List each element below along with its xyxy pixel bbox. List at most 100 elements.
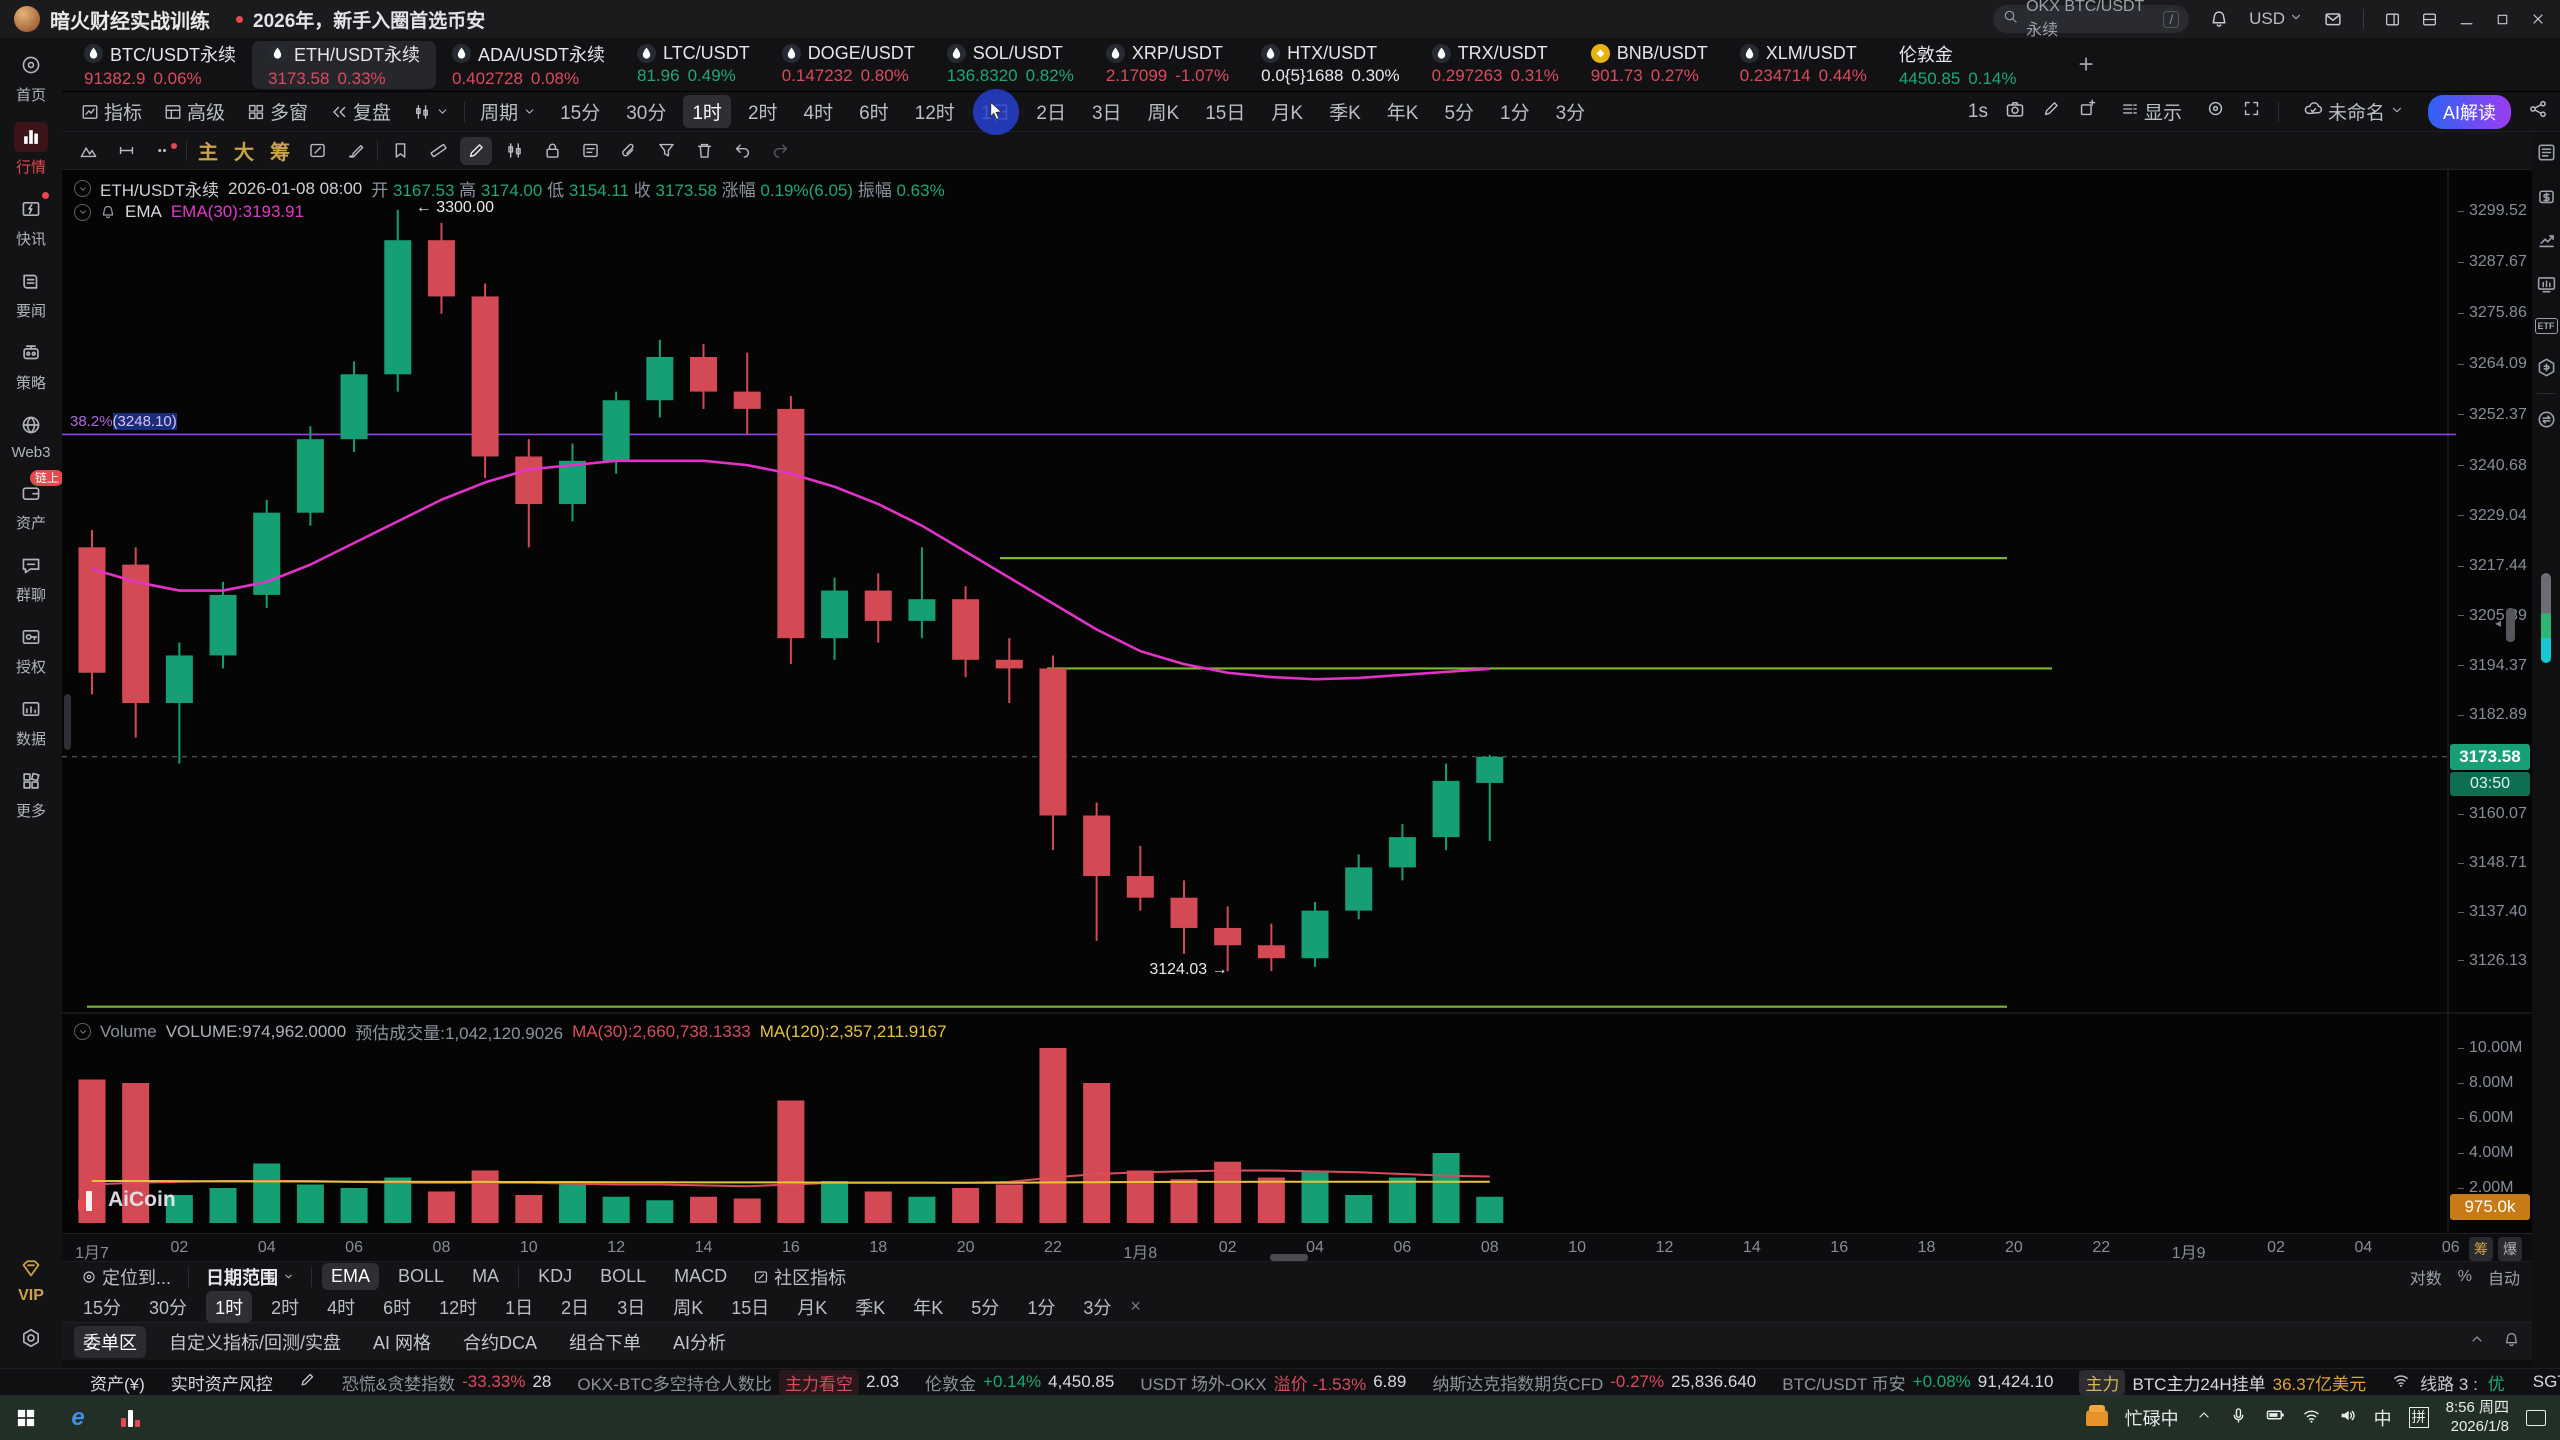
alert-bell-icon[interactable]	[100, 204, 116, 220]
ticker-tab-XRP/USDT[interactable]: XRP/USDT2.17099-1.07%	[1090, 41, 1245, 89]
period-1分[interactable]: 1分	[1491, 95, 1539, 128]
left-panel-handle[interactable]	[64, 694, 71, 750]
period-15分[interactable]: 15分	[551, 95, 609, 128]
period-15日[interactable]: 15日	[1196, 95, 1254, 128]
camera-icon[interactable]	[2005, 99, 2025, 125]
alert-bell-icon[interactable]	[2503, 1331, 2520, 1353]
maximize-button[interactable]	[2495, 12, 2510, 27]
add-panel-icon[interactable]	[2078, 99, 2097, 124]
drawtool-trash-icon[interactable]	[688, 137, 720, 165]
bottom-tab-自定义指标/回测/实盘[interactable]: 自定义指标/回测/实盘	[160, 1326, 350, 1358]
bottom-tab-合约DCA[interactable]: 合约DCA	[454, 1326, 546, 1358]
toolbar-button-指标[interactable]: 指标	[74, 95, 149, 128]
tray-expand-icon[interactable]	[2196, 1407, 2212, 1428]
axis-option-对数[interactable]: 对数	[2410, 1265, 2442, 1289]
candlestick-chart[interactable]	[62, 170, 2532, 1233]
period-12时[interactable]: 12时	[906, 95, 964, 128]
close-button[interactable]	[2530, 11, 2546, 27]
exchange-panel-icon[interactable]	[2536, 409, 2557, 430]
date-range-button[interactable]: 日期范围	[199, 1261, 301, 1293]
wifi-icon[interactable]	[2302, 1406, 2321, 1430]
drawtool-dots-icon[interactable]	[148, 137, 180, 165]
ticker-tab-XLM/USDT[interactable]: XLM/USDT0.2347140.44%	[1724, 41, 1883, 89]
status-item[interactable]: OKX-BTC多空持仓人数比主力看空2.03	[577, 1370, 899, 1395]
edit-pencil-icon[interactable]	[299, 1371, 316, 1393]
add-ticker-button[interactable]: +	[2079, 49, 2094, 80]
axis-option-%[interactable]: %	[2458, 1268, 2472, 1286]
bottom-period-15分[interactable]: 15分	[74, 1291, 130, 1323]
time-axis[interactable]: 1月702040608101214161820221月8020406081012…	[62, 1233, 2532, 1261]
period-6时[interactable]: 6时	[850, 95, 898, 128]
drawtool-measure-icon[interactable]	[110, 137, 142, 165]
ticker-tab-LTC/USDT[interactable]: LTC/USDT81.960.49%	[621, 41, 766, 89]
community-indicators-button[interactable]: 社区指标	[746, 1261, 853, 1293]
period-月K[interactable]: 月K	[1262, 95, 1312, 128]
status-item[interactable]: 纳斯达克指数期货CFD-0.27%25,836.640	[1432, 1370, 1756, 1395]
sidebar-item-group-chat[interactable]: 群聊	[12, 550, 51, 605]
ticker-tab-SOL/USDT[interactable]: SOL/USDT136.83200.82%	[931, 41, 1090, 89]
locate-button[interactable]: 定位到...	[74, 1261, 178, 1293]
layout-save-button[interactable]: 未命名	[2296, 95, 2411, 128]
sidebar-item-web3[interactable]: Web3	[12, 410, 51, 461]
period-1时[interactable]: 1时	[683, 95, 731, 128]
bottom-period-5分[interactable]: 5分	[962, 1291, 1008, 1323]
bottom-tab-AI 网格[interactable]: AI 网格	[364, 1326, 440, 1358]
candle-style-button[interactable]	[406, 100, 456, 124]
ticker-tab-BTC/USDT永续[interactable]: BTC/USDT永续91382.90.06%	[68, 41, 252, 89]
sidebar-item-assets[interactable]: 链上资产	[12, 478, 51, 533]
share-icon[interactable]	[2528, 99, 2548, 125]
trend-panel-icon[interactable]	[2536, 230, 2557, 251]
collapse-icon[interactable]	[74, 1023, 91, 1040]
currency-select[interactable]: USD	[2249, 9, 2303, 29]
start-button[interactable]	[0, 1395, 52, 1440]
line-label[interactable]: 线路 3 :	[2420, 1370, 2478, 1395]
busy-status-icon[interactable]	[2086, 1410, 2108, 1426]
collapse-panel-icon[interactable]	[2469, 1331, 2485, 1352]
indicator-EMA[interactable]: EMA	[322, 1263, 379, 1290]
dollar-panel-icon[interactable]	[2536, 186, 2557, 207]
status-item[interactable]: BTC/USDT 币安+0.08%91,424.10	[1782, 1370, 2053, 1395]
minimize-button[interactable]	[2458, 11, 2475, 28]
bottom-tab-组合下单[interactable]: 组合下单	[560, 1326, 650, 1358]
ticker-tab-伦敦金[interactable]: 伦敦金4450.850.14%	[1883, 41, 2033, 89]
sub-indicator-KDJ[interactable]: KDJ	[529, 1263, 581, 1290]
status-item[interactable]: 恐慌&贪婪指数-33.33%28	[342, 1370, 552, 1395]
period-3日[interactable]: 3日	[1083, 95, 1131, 128]
axis-option-自动[interactable]: 自动	[2488, 1265, 2520, 1289]
sidebar-item-home[interactable]: 首页	[12, 50, 51, 105]
close-period-row-icon[interactable]: ×	[1130, 1296, 1141, 1317]
bottom-period-6时[interactable]: 6时	[374, 1291, 420, 1323]
pencil-icon[interactable]	[2042, 99, 2061, 124]
drawtool-redo-icon[interactable]	[764, 137, 796, 165]
ticker-tab-DOGE/USDT[interactable]: DOGE/USDT0.1472320.80%	[766, 41, 931, 89]
layout-panel-icon[interactable]	[2384, 11, 2401, 28]
period-2日[interactable]: 2日	[1027, 95, 1075, 128]
speaker-icon[interactable]	[2338, 1406, 2357, 1430]
drawtool-mountain-icon[interactable]	[72, 137, 104, 165]
ticker-tab-ETH/USDT永续[interactable]: ETH/USDT永续3173.580.33%	[252, 41, 436, 89]
ticker-tab-ADA/USDT永续[interactable]: ADA/USDT永续0.4027280.08%	[436, 41, 621, 89]
toolbar-button-复盘[interactable]: 复盘	[323, 95, 398, 128]
display-settings-button[interactable]: 显示	[2114, 95, 2189, 128]
gear-icon[interactable]	[20, 1327, 42, 1354]
drawtool-note-icon[interactable]	[574, 137, 606, 165]
axis-scrollbar[interactable]	[2506, 608, 2515, 642]
bottom-period-季K[interactable]: 季K	[846, 1291, 894, 1323]
ime-indicator[interactable]: 中	[2374, 1405, 2392, 1431]
bottom-period-12时[interactable]: 12时	[430, 1291, 486, 1323]
doc-panel-icon[interactable]	[2536, 142, 2557, 163]
bell-icon[interactable]	[2209, 9, 2229, 29]
horizontal-scrollbar[interactable]	[1270, 1254, 1308, 1261]
battery-icon[interactable]	[2265, 1405, 2285, 1430]
target-icon[interactable]	[2206, 99, 2225, 124]
avatar[interactable]	[14, 6, 40, 32]
pin-panel-icon[interactable]	[2421, 11, 2438, 28]
drawtool-大[interactable]: 大	[229, 136, 259, 165]
sub-indicator-MACD[interactable]: MACD	[665, 1263, 736, 1290]
drawtool-funnel-icon[interactable]	[650, 137, 682, 165]
period-1日[interactable]: 1日	[972, 95, 1020, 128]
status-item[interactable]: USDT 场外-OKX溢价 -1.53%6.89	[1140, 1370, 1406, 1395]
bottom-period-1时[interactable]: 1时	[206, 1291, 252, 1323]
period-30分[interactable]: 30分	[617, 95, 675, 128]
mail-icon[interactable]	[2323, 9, 2343, 29]
